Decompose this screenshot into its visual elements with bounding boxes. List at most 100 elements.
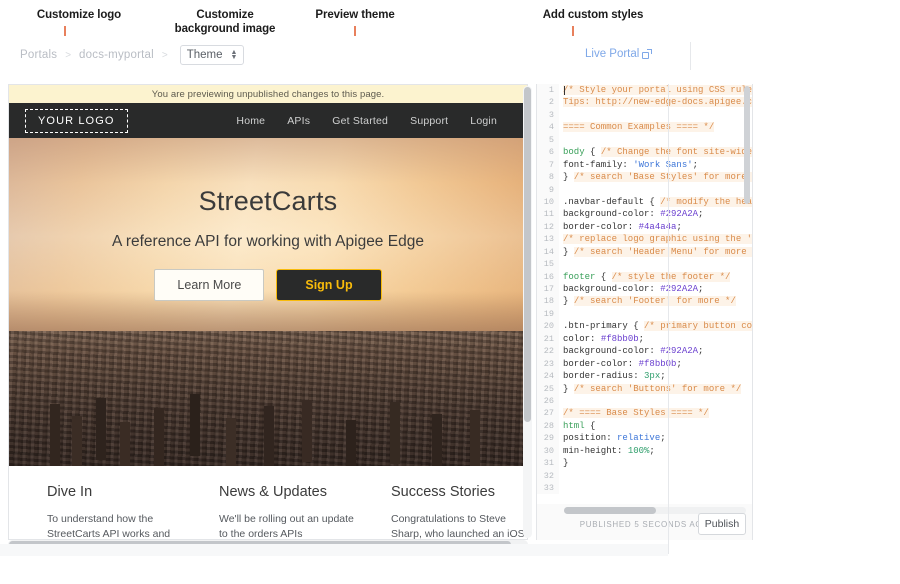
hero-background-cityscape: [9, 331, 527, 466]
annotation-customize-background-line1: Customize: [170, 8, 280, 22]
code-line[interactable]: 10.navbar-default { /* modify the header…: [537, 196, 752, 208]
line-number: 27: [537, 407, 559, 419]
breadcrumb-separator-1: >: [65, 50, 71, 61]
code-text[interactable]: } /* search 'Buttons' for more */: [559, 383, 741, 395]
code-text[interactable]: position: relative;: [559, 432, 666, 444]
code-line[interactable]: 7 font-family: 'Work Sans';: [537, 159, 752, 171]
code-line[interactable]: 9: [537, 184, 752, 196]
editor-vertical-scrollbar-thumb[interactable]: [744, 86, 750, 204]
nav-link-login[interactable]: Login: [470, 115, 497, 127]
theme-select[interactable]: Theme ▲▼: [180, 45, 245, 65]
code-line[interactable]: 23 border-color: #f8bb0b;: [537, 358, 752, 370]
code-line[interactable]: 3: [537, 109, 752, 121]
code-text[interactable]: } /* search 'Footer' for more */: [559, 295, 736, 307]
editor-text-caret: [564, 86, 565, 95]
code-text[interactable]: border-color: #4a4a4a;: [559, 221, 682, 233]
code-text[interactable]: body { /* Change the font site-wide */: [559, 146, 752, 158]
code-line[interactable]: 12 border-color: #4a4a4a;: [537, 221, 752, 233]
preview-banner: You are previewing unpublished changes t…: [9, 85, 527, 103]
code-line[interactable]: 27/* ==== Base Styles ==== */: [537, 407, 752, 419]
nav-link-apis[interactable]: APIs: [287, 115, 310, 127]
code-line[interactable]: 21 color: #f8bb0b;: [537, 333, 752, 345]
breadcrumb-separator-2: >: [162, 50, 168, 61]
line-number: 10: [537, 196, 559, 208]
code-text[interactable]: /* replace logo graphic using the 'Files…: [559, 233, 752, 245]
code-text[interactable]: } /* search 'Base Styles' for more */: [559, 171, 752, 183]
card-body: Congratulations to Steve Sharp, who laun…: [391, 512, 527, 540]
code-line[interactable]: 32: [537, 470, 752, 482]
code-text[interactable]: .btn-primary { /* primary button colors …: [559, 320, 752, 332]
code-line[interactable]: 22 background-color: #292A2A;: [537, 345, 752, 357]
nav-link-support[interactable]: Support: [410, 115, 448, 127]
chevron-updown-icon: ▲▼: [231, 50, 238, 60]
code-line[interactable]: 4 ==== Common Examples ==== */: [537, 121, 752, 133]
topbar-divider: [690, 42, 691, 70]
learn-more-button[interactable]: Learn More: [154, 269, 264, 301]
code-line[interactable]: 19: [537, 308, 752, 320]
card-success-stories: Success Stories Congratulations to Steve…: [391, 484, 527, 540]
site-navbar: YOUR LOGO Home APIs Get Started Support …: [9, 103, 527, 138]
hero-section: StreetCarts A reference API for working …: [9, 138, 527, 466]
code-text[interactable]: footer { /* style the footer */: [559, 271, 730, 283]
line-number: 32: [537, 470, 559, 482]
code-line[interactable]: 16footer { /* style the footer */: [537, 271, 752, 283]
nav-link-home[interactable]: Home: [236, 115, 265, 127]
code-line[interactable]: 1/* Style your portal using CSS rules: [537, 84, 752, 96]
code-text[interactable]: background-color: #292A2A;: [559, 345, 703, 357]
code-line[interactable]: 2 Tips: http://new-edge-docs.apigee.com/: [537, 96, 752, 108]
line-number: 5: [537, 134, 559, 146]
css-code-editor[interactable]: 1/* Style your portal using CSS rules2 T…: [537, 84, 752, 504]
hero-buttons: Learn More Sign Up: [9, 269, 527, 301]
code-text[interactable]: min-height: 100%;: [559, 445, 655, 457]
code-text[interactable]: /* ==== Base Styles ==== */: [559, 407, 709, 419]
code-line[interactable]: 11 background-color: #292A2A;: [537, 208, 752, 220]
annotation-customize-logo: Customize logo: [14, 8, 144, 22]
code-line[interactable]: 5: [537, 134, 752, 146]
code-line[interactable]: 24 border-radius: 3px;: [537, 370, 752, 382]
code-text[interactable]: color: #f8bb0b;: [559, 333, 644, 345]
code-line[interactable]: 33: [537, 482, 752, 494]
breadcrumb: Portals > docs-myportal > Theme ▲▼: [0, 45, 244, 65]
code-line[interactable]: 26: [537, 395, 752, 407]
code-line[interactable]: 28html {: [537, 420, 752, 432]
code-text[interactable]: html {: [559, 420, 595, 432]
sign-up-button[interactable]: Sign Up: [276, 269, 381, 301]
code-line[interactable]: 6body { /* Change the font site-wide */: [537, 146, 752, 158]
code-line[interactable]: 30 min-height: 100%;: [537, 445, 752, 457]
publish-button[interactable]: Publish: [698, 513, 746, 535]
code-text[interactable]: ==== Common Examples ==== */: [559, 121, 714, 133]
breadcrumb-item-portals[interactable]: Portals: [20, 49, 57, 61]
code-line[interactable]: 17 background-color: #292A2A;: [537, 283, 752, 295]
code-line[interactable]: 20.btn-primary { /* primary button color…: [537, 320, 752, 332]
live-portal-link[interactable]: Live Portal: [585, 48, 651, 60]
code-text[interactable]: .navbar-default { /* modify the header t…: [559, 196, 752, 208]
code-line[interactable]: 31}: [537, 457, 752, 469]
code-text[interactable]: border-color: #f8bb0b;: [559, 358, 682, 370]
code-text[interactable]: background-color: #292A2A;: [559, 208, 703, 220]
site-logo-placeholder[interactable]: YOUR LOGO: [25, 109, 128, 133]
theme-select-value: Theme: [187, 49, 223, 61]
code-line[interactable]: 13/* replace logo graphic using the 'Fil…: [537, 233, 752, 245]
code-line[interactable]: 18} /* search 'Footer' for more */: [537, 295, 752, 307]
breadcrumb-item-docs-myportal[interactable]: docs-myportal: [79, 49, 154, 61]
code-text[interactable]: }: [559, 457, 568, 469]
editor-horizontal-scrollbar-thumb[interactable]: [564, 507, 656, 514]
line-number: 20: [537, 320, 559, 332]
code-line[interactable]: 15: [537, 258, 752, 270]
nav-link-get-started[interactable]: Get Started: [332, 115, 388, 127]
line-number: 4: [537, 121, 559, 133]
code-text[interactable]: } /* search 'Header Menu' for more */: [559, 246, 752, 258]
code-text[interactable]: font-family: 'Work Sans';: [559, 159, 698, 171]
code-text[interactable]: /* Style your portal using CSS rules: [559, 84, 752, 96]
code-line[interactable]: 14} /* search 'Header Menu' for more */: [537, 246, 752, 258]
code-line[interactable]: 29 position: relative;: [537, 432, 752, 444]
card-body: To understand how the StreetCarts API wo…: [47, 512, 183, 540]
code-text[interactable]: background-color: #292A2A;: [559, 283, 703, 295]
code-text[interactable]: Tips: http://new-edge-docs.apigee.com/: [559, 96, 752, 108]
annotation-preview-theme: Preview theme: [300, 8, 410, 22]
code-text[interactable]: border-radius: 3px;: [559, 370, 666, 382]
code-line[interactable]: 25} /* search 'Buttons' for more */: [537, 383, 752, 395]
editor-vertical-scrollbar[interactable]: [744, 86, 750, 502]
css-code-lines[interactable]: 1/* Style your portal using CSS rules2 T…: [537, 84, 752, 494]
code-line[interactable]: 8} /* search 'Base Styles' for more */: [537, 171, 752, 183]
